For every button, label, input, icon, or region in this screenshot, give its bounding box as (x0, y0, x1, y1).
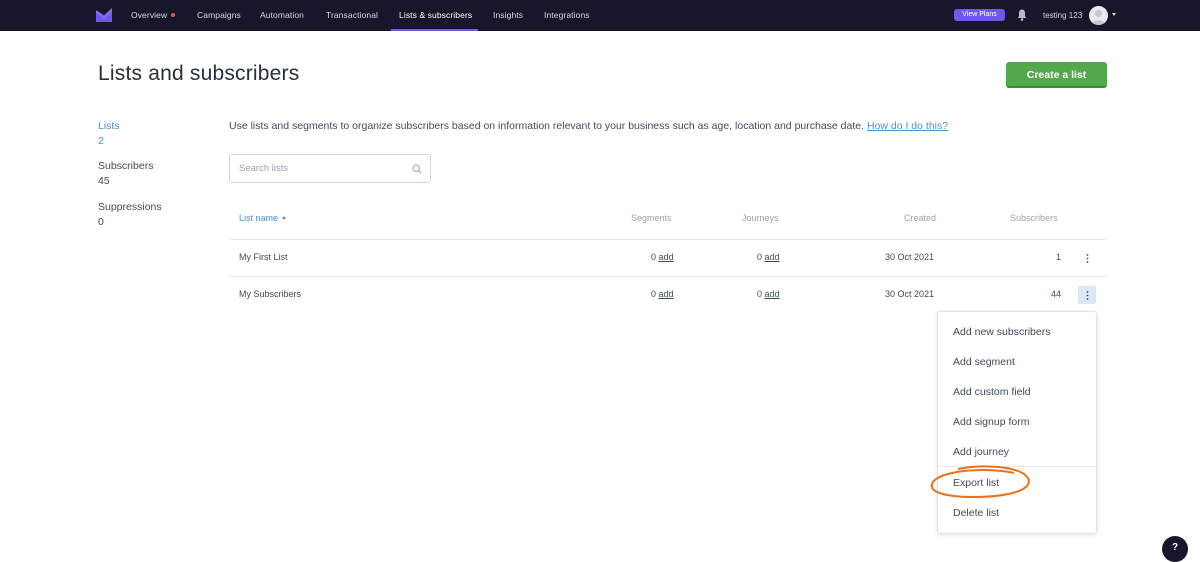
notification-dot-icon (171, 12, 176, 17)
sidebar-item-suppressions[interactable]: Suppressions 0 (98, 200, 162, 230)
sidebar-suppressions-label: Suppressions (98, 201, 162, 213)
sort-ascending-icon (282, 216, 287, 220)
subscribers-cell: 44 (1051, 289, 1062, 299)
page-title: Lists and subscribers (98, 62, 300, 85)
sidebar-suppressions-count: 0 (98, 216, 104, 228)
column-header-list-name[interactable]: List name (239, 213, 287, 223)
account-chevron-down-icon[interactable] (1112, 13, 1116, 16)
sidebar-item-subscribers[interactable]: Subscribers 45 (98, 159, 153, 189)
list-name-cell[interactable]: My Subscribers (239, 289, 301, 299)
segments-cell: 0 add (651, 252, 674, 262)
sidebar-item-lists[interactable]: Lists 2 (98, 119, 120, 149)
account-username[interactable]: testing 123 (1043, 0, 1082, 31)
journeys-cell: 0 add (757, 252, 780, 262)
column-header-journeys: Journeys (742, 213, 779, 223)
sidebar-lists-count: 2 (98, 135, 104, 147)
help-link[interactable]: How do I do this? (867, 120, 948, 132)
search-placeholder: Search lists (239, 163, 289, 174)
avatar[interactable] (1089, 6, 1108, 25)
menu-item-add-custom-field[interactable]: Add custom field (953, 386, 1031, 398)
menu-item-add-signup-form[interactable]: Add signup form (953, 416, 1029, 428)
segments-count: 0 (651, 252, 657, 262)
more-vertical-icon (1086, 253, 1088, 263)
search-input[interactable]: Search lists (229, 154, 431, 183)
nav-automation[interactable]: Automation (260, 0, 304, 31)
nav-transactional[interactable]: Transactional (326, 0, 378, 31)
nav-insights[interactable]: Insights (493, 0, 523, 31)
intro-text: Use lists and segments to organize subsc… (229, 120, 948, 132)
segments-count: 0 (651, 289, 657, 299)
highlight-annotation-circle (930, 465, 1030, 499)
sidebar-lists-label: Lists (98, 120, 120, 132)
user-avatar-icon (1091, 10, 1106, 25)
row-actions-kebab-icon[interactable] (1078, 286, 1096, 304)
menu-item-add-new-subscribers[interactable]: Add new subscribers (953, 326, 1050, 338)
created-cell: 30 Oct 2021 (885, 252, 935, 262)
journeys-count: 0 (757, 252, 763, 262)
journeys-cell: 0 add (757, 289, 780, 299)
nav-overview[interactable]: Overview (131, 0, 176, 31)
nav-lists-subscribers[interactable]: Lists & subscribers (390, 0, 479, 31)
nav-integrations[interactable]: Integrations (544, 0, 590, 31)
nav-overview-label: Overview (131, 10, 168, 20)
sidebar-subscribers-label: Subscribers (98, 160, 154, 172)
menu-item-delete-list[interactable]: Delete list (953, 507, 999, 519)
more-vertical-icon (1086, 290, 1088, 300)
add-journey-link[interactable]: add (765, 289, 780, 299)
search-icon (412, 164, 422, 174)
menu-item-add-journey[interactable]: Add journey (953, 446, 1009, 458)
add-journey-link[interactable]: add (765, 252, 780, 262)
journeys-count: 0 (757, 289, 763, 299)
top-navigation-bar: Overview Campaigns Automation Transactio… (0, 0, 1200, 31)
column-header-subscribers: Subscribers (1010, 213, 1058, 223)
created-cell: 30 Oct 2021 (885, 289, 935, 299)
column-header-segments: Segments (631, 213, 672, 223)
add-segment-link[interactable]: add (659, 252, 674, 262)
create-list-button[interactable]: Create a list (1006, 62, 1107, 88)
segments-cell: 0 add (651, 289, 674, 299)
menu-item-add-segment[interactable]: Add segment (953, 356, 1015, 368)
subscribers-cell: 1 (1056, 252, 1062, 262)
table-divider (229, 239, 1107, 240)
column-header-list-name-label: List name (239, 213, 279, 223)
mailerlite-logo-icon[interactable] (96, 8, 112, 22)
bell-icon[interactable] (1017, 9, 1027, 21)
intro-description: Use lists and segments to organize subsc… (229, 120, 865, 132)
sidebar-subscribers-count: 45 (98, 175, 110, 187)
help-button[interactable]: ? (1162, 536, 1188, 562)
view-plans-button[interactable]: View Plans (954, 9, 1005, 21)
table-divider (229, 276, 1107, 277)
column-header-created: Created (904, 213, 937, 223)
add-segment-link[interactable]: add (659, 289, 674, 299)
row-actions-kebab-icon[interactable] (1078, 249, 1096, 267)
nav-campaigns[interactable]: Campaigns (197, 0, 241, 31)
list-name-cell[interactable]: My First List (239, 252, 288, 262)
